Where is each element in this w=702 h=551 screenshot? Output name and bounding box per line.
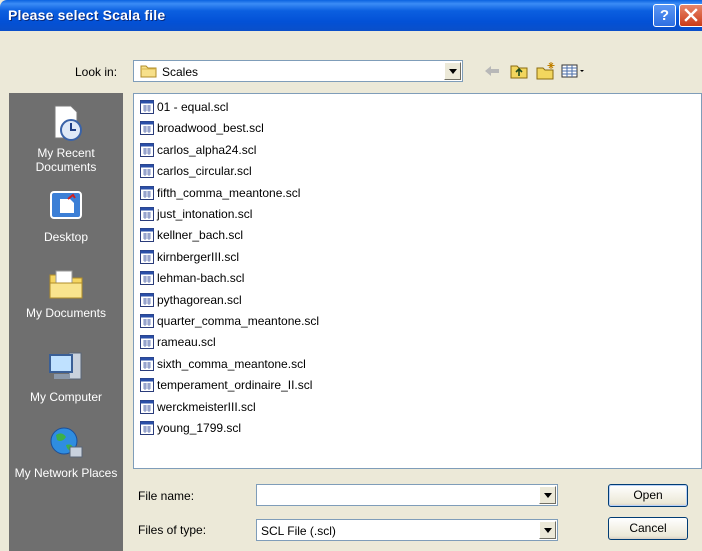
my-documents-icon	[49, 270, 83, 299]
places-bar: My Recent Documents Desktop My Documents…	[9, 93, 123, 551]
file-item[interactable]: carlos_alpha24.scl	[140, 142, 256, 158]
file-type-label: Files of type:	[138, 523, 207, 537]
file-item[interactable]: quarter_comma_meantone.scl	[140, 313, 319, 329]
open-button[interactable]: Open	[608, 484, 688, 507]
scl-file-icon	[140, 335, 154, 350]
file-item[interactable]: temperament_ordinaire_II.scl	[140, 377, 312, 393]
network-places-icon	[50, 427, 83, 458]
file-name: quarter_comma_meantone.scl	[157, 314, 320, 328]
file-name: just_intonation.scl	[157, 207, 253, 221]
close-icon	[684, 8, 698, 22]
file-name-label: File name:	[138, 489, 195, 503]
file-item[interactable]: kirnbergerIII.scl	[140, 249, 239, 265]
place-my-computer[interactable]: My Computer	[9, 347, 123, 404]
place-label: My Network Places	[14, 466, 118, 480]
dialog-title: Please select Scala file	[8, 7, 166, 23]
place-my-documents[interactable]: My Documents	[9, 263, 123, 320]
file-item[interactable]: werckmeisterIII.scl	[140, 399, 256, 415]
scl-file-icon	[140, 421, 154, 435]
scl-file-icon	[140, 249, 154, 264]
file-name-field[interactable]	[256, 484, 558, 506]
place-my-network-places[interactable]: My Network Places	[9, 423, 123, 480]
back-arrow-icon[interactable]	[481, 60, 503, 82]
scl-file-icon	[140, 314, 154, 328]
file-name: broadwood_best.scl	[157, 121, 264, 136]
file-name: carlos_circular.scl	[157, 164, 252, 179]
look-in-dropdown[interactable]: Scales	[133, 60, 463, 82]
up-folder-icon[interactable]	[508, 60, 530, 82]
file-item[interactable]: fifth_comma_meantone.scl	[140, 185, 300, 201]
file-name: lehman-bach.scl	[157, 271, 245, 286]
file-name: carlos_alpha24.scl	[157, 142, 257, 157]
scl-file-icon	[140, 164, 154, 179]
file-type-dropdown[interactable]: SCL File (.scl)	[256, 519, 558, 541]
file-item[interactable]: 01 - equal.scl	[140, 99, 228, 115]
scl-file-icon	[140, 356, 154, 371]
file-name: young_1799.scl	[157, 421, 242, 435]
file-item[interactable]: carlos_circular.scl	[140, 163, 252, 179]
scl-file-icon	[140, 271, 154, 286]
file-name: temperament_ordinaire_II.scl	[157, 378, 313, 393]
title-bar: Please select Scala file ?	[0, 0, 702, 31]
scl-file-icon	[140, 292, 154, 307]
place-label: Desktop	[43, 230, 89, 244]
place-label: My Recent Documents	[35, 146, 97, 174]
scl-file-icon	[140, 185, 154, 200]
look-in-label: Look in:	[75, 65, 118, 79]
scl-file-icon	[140, 121, 154, 136]
file-item[interactable]: just_intonation.scl	[140, 206, 252, 222]
desktop-icon	[50, 191, 82, 219]
file-name: fifth_comma_meantone.scl	[157, 185, 301, 200]
view-menu-icon[interactable]	[559, 60, 587, 82]
help-button[interactable]: ?	[653, 4, 676, 27]
file-name: sixth_comma_meantone.scl	[157, 356, 306, 371]
new-folder-icon[interactable]	[535, 60, 557, 82]
file-name: 01 - equal.scl	[157, 100, 229, 114]
place-label: My Computer	[29, 390, 103, 404]
close-button[interactable]	[679, 4, 702, 27]
file-name: kellner_bach.scl	[157, 228, 244, 243]
file-name: pythagorean.scl	[157, 292, 242, 307]
place-my-recent-documents[interactable]: My Recent Documents	[9, 103, 123, 174]
scl-file-icon	[140, 142, 154, 157]
cancel-button[interactable]: Cancel	[608, 517, 688, 540]
scl-file-icon	[140, 378, 154, 393]
file-type-value: SCL File (.scl)	[261, 524, 336, 538]
file-item[interactable]: pythagorean.scl	[140, 292, 242, 308]
file-item[interactable]: broadwood_best.scl	[140, 120, 264, 136]
file-item[interactable]: young_1799.scl	[140, 420, 241, 436]
file-name: rameau.scl	[157, 335, 216, 350]
folder-icon	[140, 65, 157, 78]
file-name: kirnbergerIII.scl	[157, 249, 240, 264]
file-item[interactable]: lehman-bach.scl	[140, 270, 244, 286]
scl-file-icon	[140, 207, 154, 221]
look-in-dropdown-button[interactable]	[444, 62, 461, 80]
scl-file-icon	[140, 228, 154, 243]
file-item[interactable]: rameau.scl	[140, 334, 216, 350]
scl-file-icon	[140, 399, 154, 414]
place-desktop[interactable]: Desktop	[9, 187, 123, 244]
look-in-value: Scales	[162, 65, 199, 79]
place-label: My Documents	[25, 306, 107, 320]
file-name-dropdown-button[interactable]	[539, 486, 556, 504]
my-computer-icon	[49, 352, 82, 380]
file-name: werckmeisterIII.scl	[157, 399, 256, 414]
recent-documents-icon	[54, 105, 82, 141]
file-type-dropdown-button[interactable]	[539, 521, 556, 539]
scl-file-icon	[140, 100, 154, 114]
file-item[interactable]: sixth_comma_meantone.scl	[140, 356, 306, 372]
file-item[interactable]: kellner_bach.scl	[140, 227, 243, 243]
file-list[interactable]: 01 - equal.scl broadwood_best.scl carlos_a…	[133, 93, 702, 469]
